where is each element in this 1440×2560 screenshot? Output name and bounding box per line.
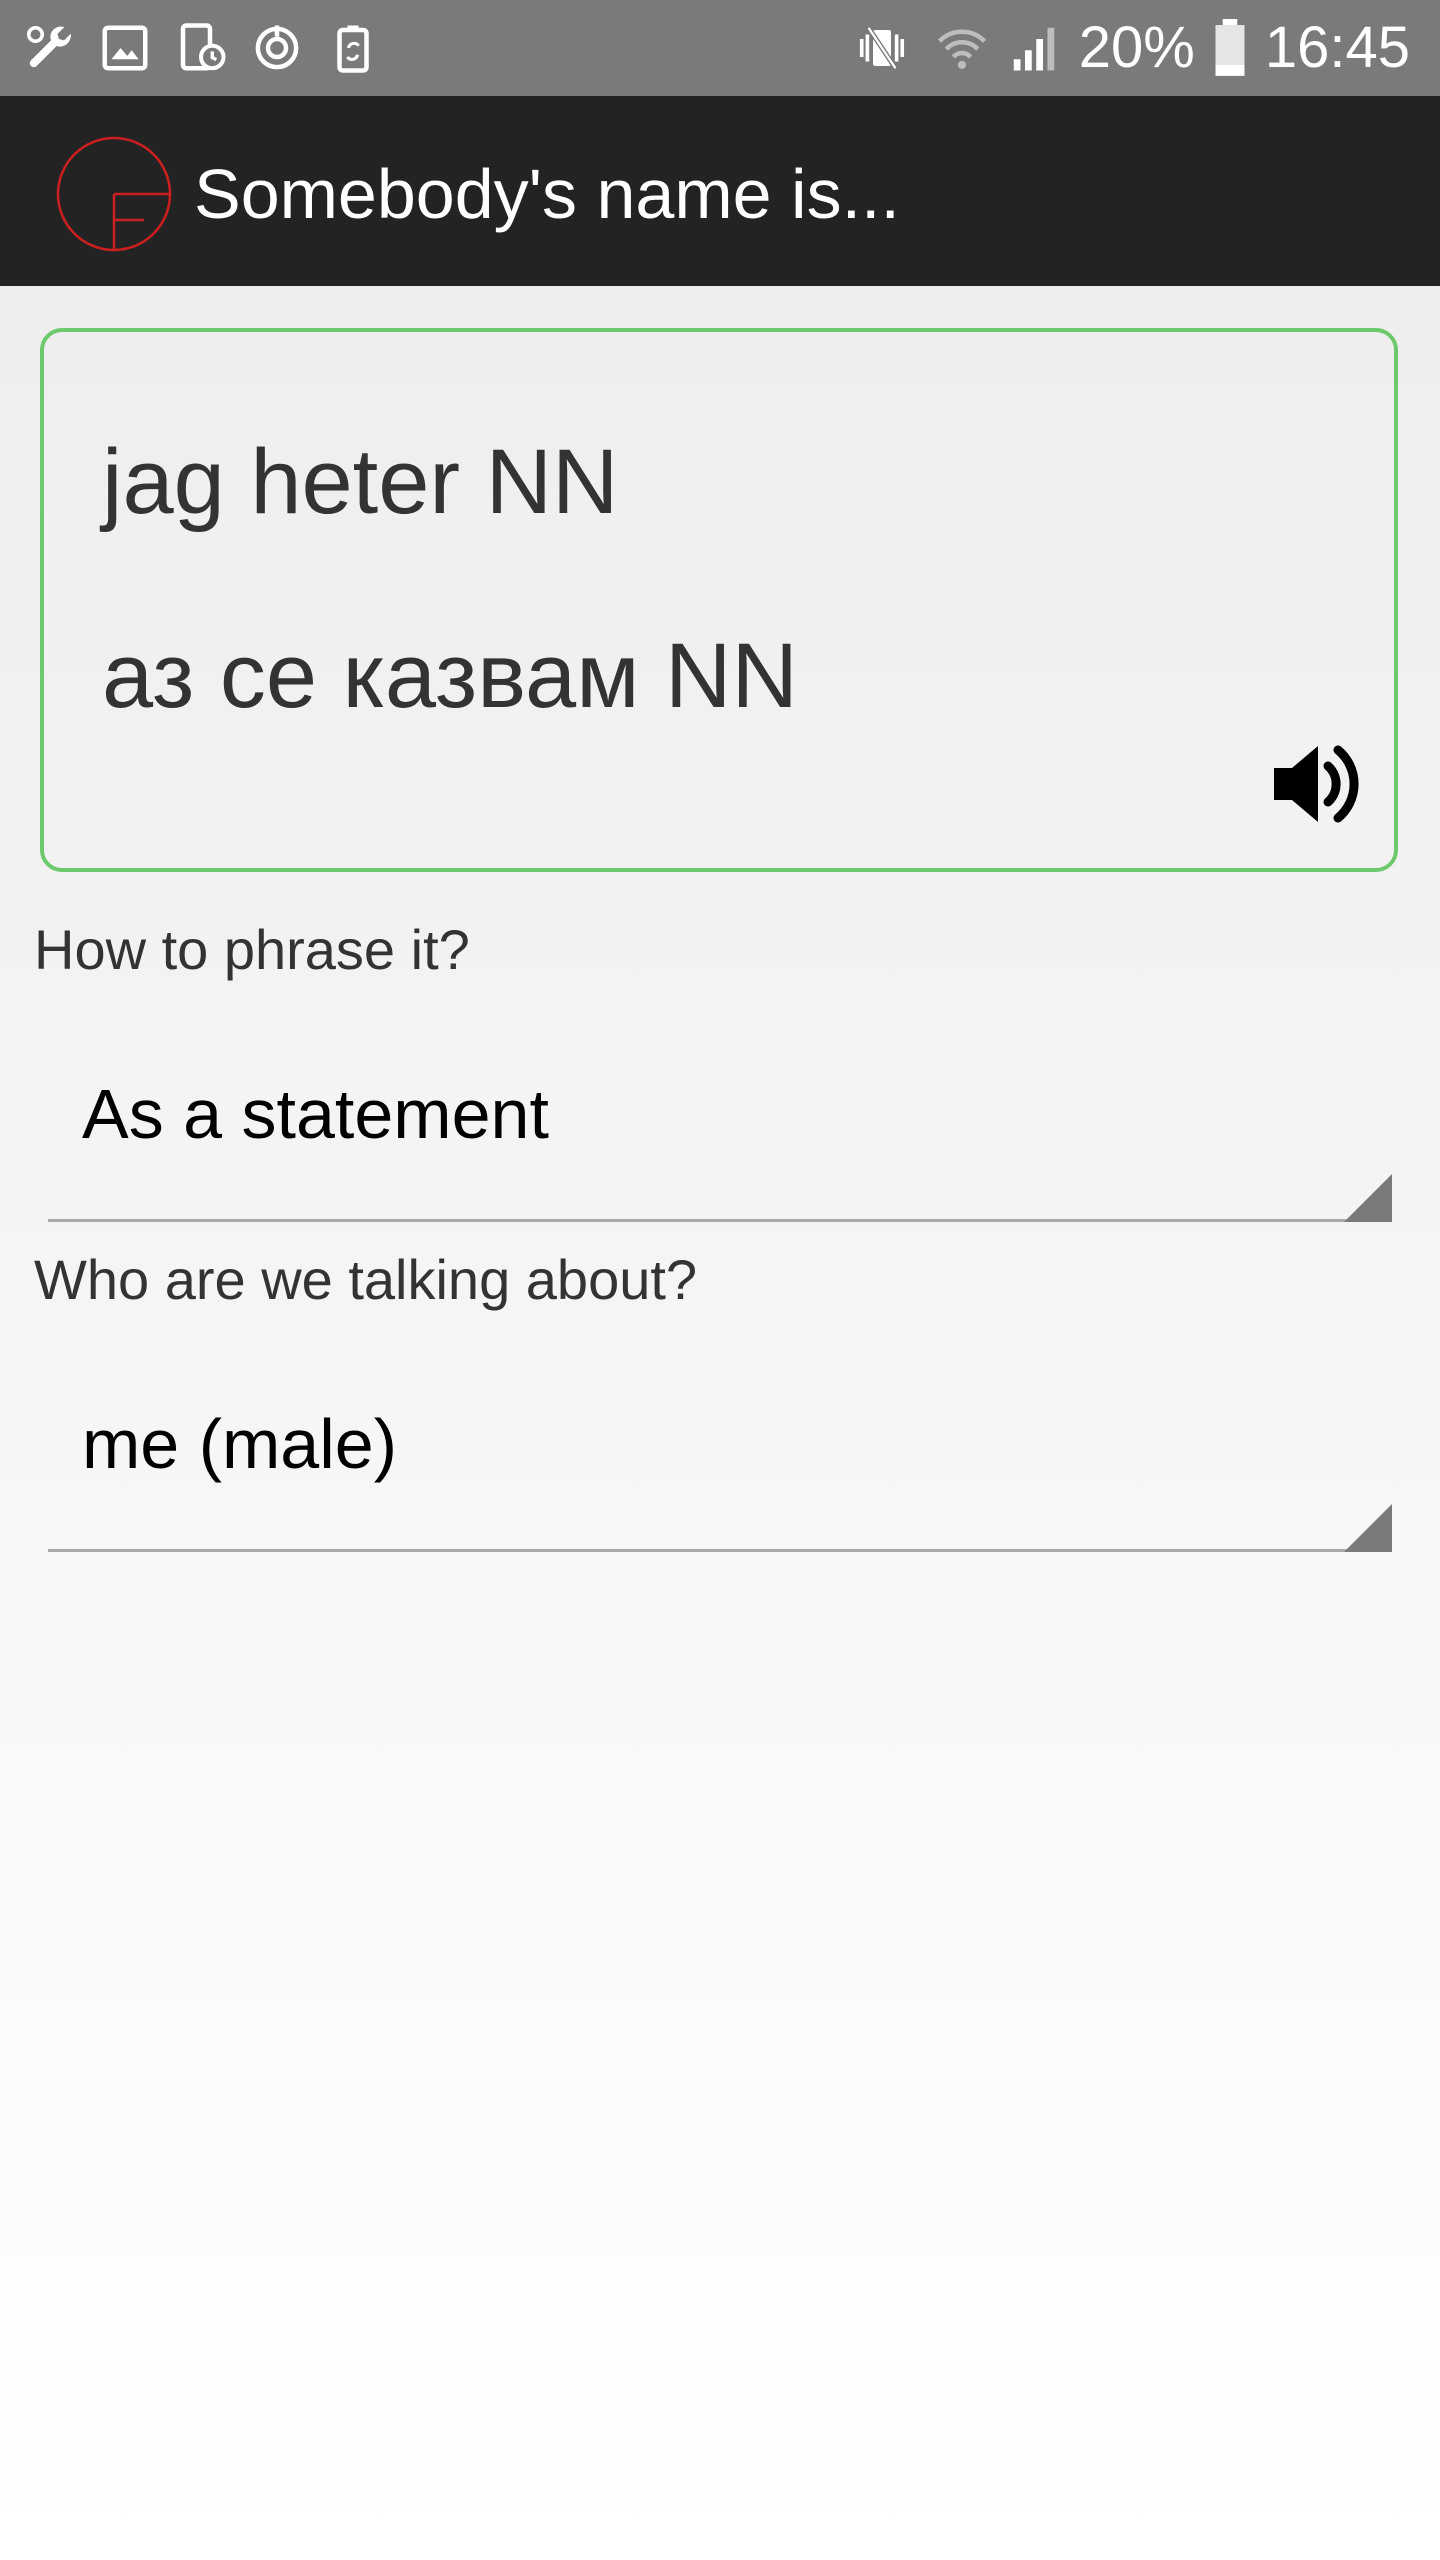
clock-time: 16:45 <box>1264 15 1410 80</box>
app-bar: Somebody's name is... <box>0 96 1440 286</box>
status-right-icons: 20% 16:45 <box>847 14 1410 82</box>
subject-value: me (male) <box>82 1405 398 1483</box>
dropdown-arrow-icon <box>1344 1504 1392 1552</box>
phone-clock-icon <box>180 23 226 71</box>
dropdown-arrow-icon <box>1344 1174 1392 1222</box>
battery-recycle-icon <box>337 25 369 73</box>
phrase-style-dropdown[interactable]: As a statement <box>48 1032 1392 1222</box>
wifi-icon <box>937 29 986 69</box>
phrase-card: jag heter NN аз се казвам NN <box>40 328 1398 872</box>
battery-icon <box>1215 19 1245 76</box>
subject-dropdown[interactable]: me (male) <box>48 1362 1392 1552</box>
battery-percent: 20% <box>1078 15 1195 80</box>
speaker-icon <box>1274 745 1359 823</box>
image-icon <box>102 25 148 71</box>
translation-phrase-text: аз се казвам NN <box>102 625 798 727</box>
phrase-style-label: How to phrase it? <box>34 918 470 981</box>
subject-label: Who are we talking about? <box>34 1248 698 1311</box>
app-logo-icon <box>56 136 172 252</box>
cell-signal-icon <box>1013 27 1054 71</box>
sync-icon <box>255 25 299 70</box>
source-phrase-text: jag heter NN <box>102 431 619 533</box>
phrase-style-value: As a statement <box>82 1075 549 1153</box>
wrench-icon <box>26 25 71 68</box>
play-audio-button[interactable] <box>1266 734 1366 834</box>
vibrate-mute-icon <box>859 26 904 70</box>
dropdown-underline <box>48 1549 1392 1552</box>
status-bar: 20% 16:45 <box>0 0 1440 96</box>
status-left-icons <box>22 20 380 76</box>
dropdown-underline <box>48 1219 1392 1222</box>
app-title: Somebody's name is... <box>194 155 900 233</box>
